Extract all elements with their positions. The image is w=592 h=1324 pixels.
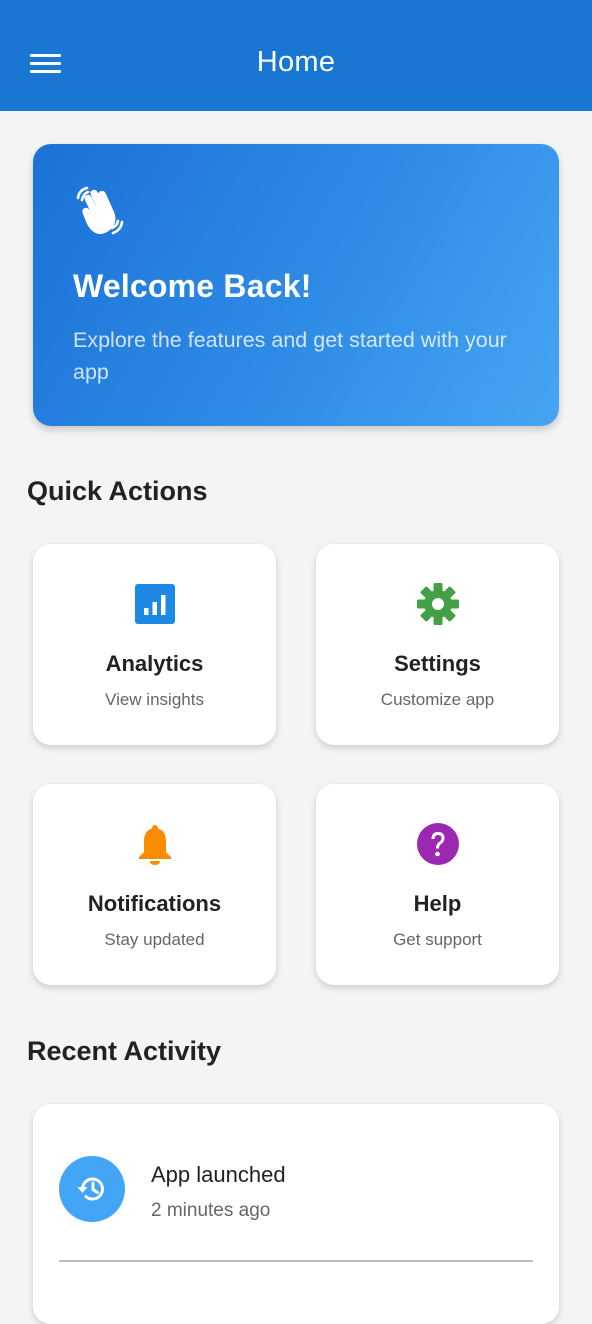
quick-actions-heading: Quick Actions: [27, 476, 208, 506]
notifications-card[interactable]: Notifications Stay updated: [33, 784, 276, 985]
help-icon: [417, 823, 459, 865]
help-subtitle: Get support: [393, 930, 482, 949]
notifications-title: Notifications: [87, 891, 222, 916]
analytics-card[interactable]: Analytics View insights: [33, 544, 276, 745]
notifications-subtitle: Stay updated: [104, 930, 205, 949]
settings-subtitle: Customize app: [380, 690, 495, 709]
history-icon: [77, 1177, 104, 1201]
welcome-card: Welcome Back! Explore the features and g…: [33, 144, 559, 426]
divider: [59, 1260, 533, 1262]
settings-card[interactable]: Settings Customize app: [316, 544, 559, 745]
bell-icon: [139, 825, 171, 865]
app-bar: Home: [0, 0, 592, 111]
activity-avatar: [59, 1156, 125, 1222]
recent-activity-heading: Recent Activity: [27, 1036, 222, 1066]
activity-time: 2 minutes ago: [151, 1200, 271, 1221]
page-title: Home: [256, 46, 336, 78]
welcome-title: Welcome Back!: [73, 268, 312, 304]
help-title: Help: [413, 891, 462, 916]
gear-icon: [417, 583, 459, 625]
analytics-subtitle: View insights: [105, 690, 204, 709]
activity-title: App launched: [151, 1162, 286, 1187]
analytics-icon: [135, 584, 175, 624]
waving-hand-icon: [76, 186, 124, 235]
recent-activity-card: App launched 2 minutes ago: [33, 1104, 559, 1324]
help-card[interactable]: Help Get support: [316, 784, 559, 985]
welcome-subtitle: Explore the features and get started wit…: [73, 328, 507, 384]
settings-title: Settings: [394, 651, 481, 676]
analytics-title: Analytics: [105, 651, 204, 676]
